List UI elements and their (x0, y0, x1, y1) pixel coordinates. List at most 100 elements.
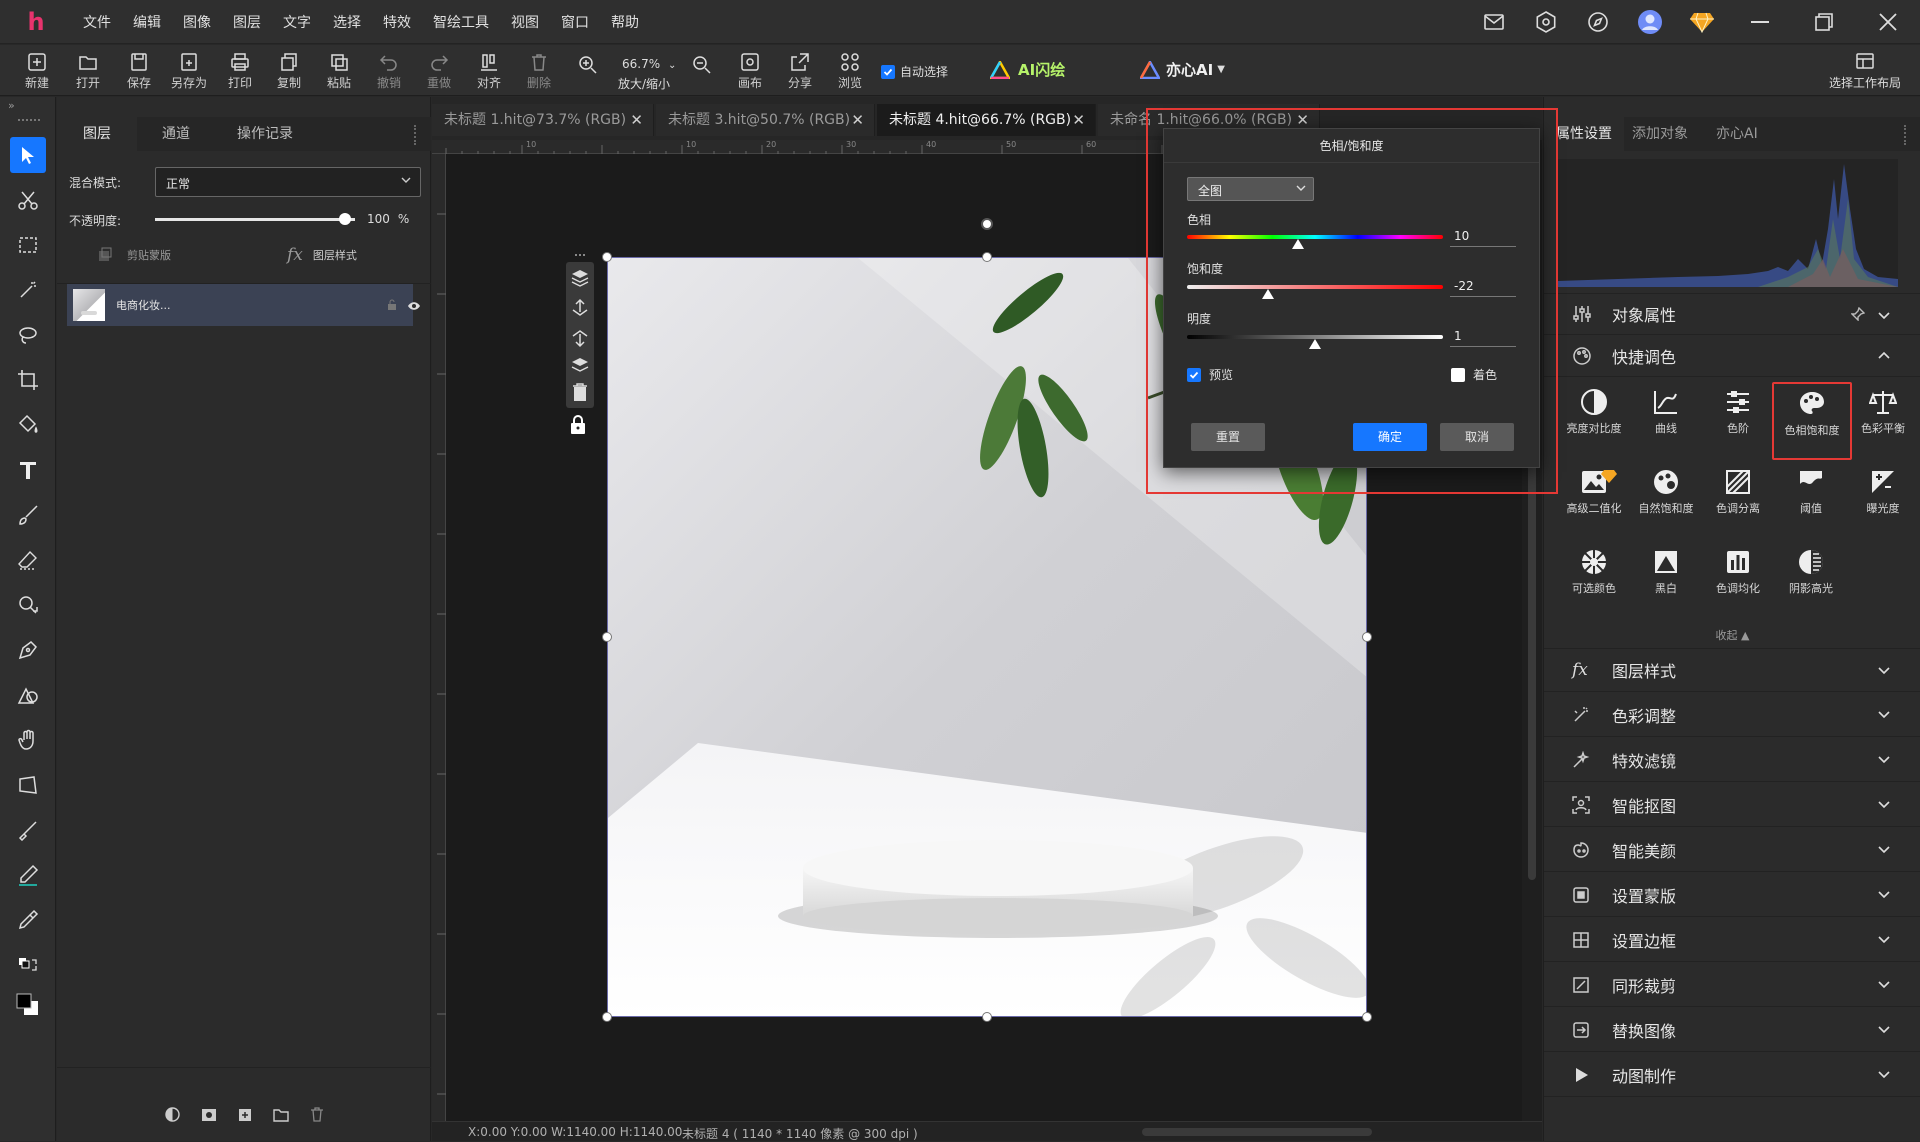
quick-color-header[interactable]: 快捷调色 (1544, 335, 1920, 377)
menu-text[interactable]: 文字 (272, 0, 322, 44)
print-button[interactable]: 打印 (217, 49, 263, 93)
new-layer-icon[interactable] (238, 1108, 252, 1122)
quick-threshold[interactable]: 阈值 (1775, 462, 1847, 540)
colorize-toggle[interactable]: 着色 (1451, 366, 1497, 383)
ai-flash-button[interactable]: AI闪绘 (990, 59, 1065, 80)
collapse-button[interactable]: 收起 ▲ (1544, 627, 1920, 643)
send-backward-icon[interactable] (570, 328, 590, 348)
close-window-icon[interactable] (1856, 0, 1920, 44)
shape-tool-icon[interactable] (10, 677, 46, 713)
drag-handle[interactable] (18, 119, 40, 123)
layer-row[interactable]: 电商化妆... (67, 284, 413, 326)
eraser-tool-icon[interactable] (10, 542, 46, 578)
quick-posterize[interactable]: 色调分离 (1702, 462, 1774, 540)
quick-exposure[interactable]: 曝光度 (1847, 462, 1919, 540)
pencil-tool-icon[interactable] (10, 857, 46, 893)
quick-levels[interactable]: 色阶 (1702, 382, 1774, 460)
quick-equalize[interactable]: 色调均化 (1702, 542, 1774, 620)
chevron-down-icon[interactable] (1877, 977, 1891, 991)
lasso-tool-icon[interactable] (10, 317, 46, 353)
doc-tab-3-active[interactable]: 未标题 4.hit@66.7% (RGB) ✕ (877, 104, 1096, 136)
magic-wand-icon[interactable] (10, 272, 46, 308)
paste-button[interactable]: 粘贴 (316, 49, 362, 93)
hue-slider-handle[interactable] (1292, 239, 1304, 249)
settings-hex-icon[interactable] (1520, 0, 1572, 44)
mail-icon[interactable] (1468, 0, 1520, 44)
hand-tool-icon[interactable] (10, 722, 46, 758)
menu-select[interactable]: 选择 (322, 0, 372, 44)
move-tool-icon[interactable] (10, 137, 46, 173)
canvas-button[interactable]: 画布 (727, 49, 773, 93)
quick-hue-saturation-selected[interactable]: 色相饱和度 (1772, 382, 1852, 460)
opacity-slider[interactable] (155, 213, 355, 225)
expand-tools-icon[interactable]: » (8, 99, 15, 112)
saturation-slider-handle[interactable] (1262, 289, 1274, 299)
section-set-mask[interactable]: 设置蒙版 (1544, 873, 1920, 917)
hue-slider[interactable] (1187, 235, 1443, 239)
section-gif-maker[interactable]: 动图制作 (1544, 1053, 1920, 1097)
chevron-down-icon[interactable] (1877, 707, 1891, 721)
range-select[interactable]: 全图 (1187, 177, 1314, 201)
delete-button[interactable]: 删除 (516, 49, 562, 93)
tab-channels[interactable]: 通道 (137, 117, 215, 151)
eyedropper-tool-icon[interactable] (10, 902, 46, 938)
cancel-button[interactable]: 取消 (1440, 423, 1514, 451)
saturation-slider[interactable] (1187, 285, 1443, 289)
yixin-ai-button[interactable]: 亦心AI ▼ (1140, 59, 1225, 80)
colorize-checkbox[interactable] (1451, 367, 1465, 382)
quick-brightness-contrast[interactable]: 亮度对比度 (1558, 382, 1630, 460)
layer-visibility-eye-icon[interactable] (407, 301, 421, 311)
menu-smart-tools[interactable]: 智绘工具 (422, 0, 500, 44)
section-smart-beauty[interactable]: 智能美颜 (1544, 828, 1920, 872)
transform-tool-icon[interactable] (10, 767, 46, 803)
doc-tab-1[interactable]: 未标题 1.hit@73.7% (RGB) ✕ (432, 104, 654, 136)
menu-image[interactable]: 图像 (172, 0, 222, 44)
tab-yixin-ai[interactable]: 亦心AI (1716, 117, 1758, 151)
preview-toggle[interactable]: 预览 (1187, 366, 1233, 383)
menu-edit[interactable]: 编辑 (122, 0, 172, 44)
section-layer-style[interactable]: fx 图层样式 (1544, 648, 1920, 692)
rotate-handle-icon[interactable] (981, 218, 993, 230)
layer-name[interactable]: 电商化妆... (116, 297, 171, 313)
auto-select-toggle[interactable]: 自动选择 (881, 63, 948, 80)
section-effect-filters[interactable]: 特效滤镜 (1544, 738, 1920, 782)
menu-effects[interactable]: 特效 (372, 0, 422, 44)
tab-add-object[interactable]: 添加对象 (1632, 117, 1688, 151)
menu-file[interactable]: 文件 (72, 0, 122, 44)
chevron-down-icon[interactable] (1877, 1022, 1891, 1036)
browse-button[interactable]: 浏览 (827, 49, 873, 93)
reset-button[interactable]: 重置 (1191, 423, 1265, 451)
lightness-value-input[interactable]: 1 (1450, 325, 1516, 347)
yixin-ai-dropdown-icon[interactable]: ▼ (1217, 64, 1225, 75)
tab-history[interactable]: 操作记录 (215, 117, 315, 151)
doc-tab-2[interactable]: 未标题 3.hit@50.7% (RGB) ✕ (656, 104, 875, 136)
section-smart-cutout[interactable]: 智能抠图 (1544, 783, 1920, 827)
avatar[interactable] (1624, 0, 1676, 44)
blend-mode-select[interactable]: 正常 (155, 167, 421, 197)
chevron-down-icon[interactable] (1877, 308, 1891, 322)
new-button[interactable]: 新建 (14, 49, 60, 93)
restore-icon[interactable] (1792, 0, 1856, 44)
text-tool-icon[interactable] (10, 452, 46, 488)
zoom-control[interactable]: 66.7% ⌄ 放大/缩小 (612, 55, 688, 95)
close-icon[interactable]: ✕ (1072, 104, 1085, 136)
bring-forward-icon[interactable] (570, 298, 590, 318)
opacity-slider-handle[interactable] (339, 213, 351, 225)
quick-advanced-binarize[interactable]: 高级二值化 (1558, 462, 1630, 540)
zoom-in-icon[interactable] (578, 55, 598, 75)
menu-window[interactable]: 窗口 (550, 0, 600, 44)
delete-layer-icon[interactable] (310, 1107, 324, 1122)
close-icon[interactable]: ✕ (851, 104, 864, 136)
layers-stack-icon[interactable] (570, 268, 590, 288)
redo-button[interactable]: 重做 (416, 49, 462, 93)
tab-properties[interactable]: 属性设置 (1544, 117, 1624, 151)
section-color-adjust[interactable]: 色彩调整 (1544, 693, 1920, 737)
add-mask-icon[interactable] (201, 1108, 217, 1122)
zoom-out-icon[interactable] (692, 55, 712, 75)
chevron-down-icon[interactable] (1877, 752, 1891, 766)
color-swatch-icon[interactable] (10, 987, 46, 1023)
quick-selective-color[interactable]: 可选颜色 (1558, 542, 1630, 620)
chevron-down-icon[interactable] (1877, 1067, 1891, 1081)
clone-tool-icon[interactable] (10, 587, 46, 623)
section-same-crop[interactable]: 同形裁剪 (1544, 963, 1920, 1007)
